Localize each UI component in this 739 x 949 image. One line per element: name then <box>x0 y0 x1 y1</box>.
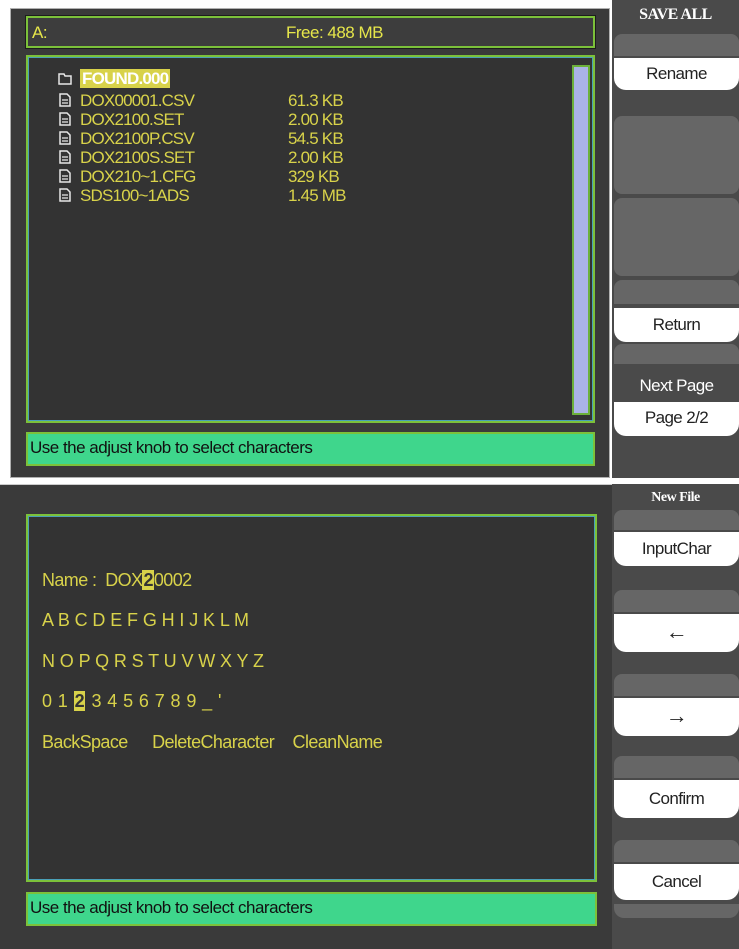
file-size: 2.00 KB <box>288 110 344 129</box>
drive-label: A: <box>32 23 48 42</box>
file-icon <box>59 112 71 126</box>
return-button[interactable]: Return <box>614 308 739 342</box>
menu-slot <box>614 840 739 862</box>
file-size: 61.3 KB <box>288 91 344 110</box>
free-space: Free: 488 MB <box>286 23 384 42</box>
menu-slot <box>614 116 739 194</box>
menu-slot <box>614 590 739 612</box>
file-size: 54.5 KB <box>288 129 344 148</box>
menu-slot <box>614 34 739 56</box>
list-item[interactable]: DOX210~1.CFG 329 KB <box>58 167 340 186</box>
list-item[interactable]: SDS100~1ADS 1.45 MB <box>58 186 347 205</box>
file-name: FOUND.000 <box>80 69 171 88</box>
file-size: 2.00 KB <box>288 148 344 167</box>
menu-slot <box>614 756 739 778</box>
list-item[interactable]: DOX2100S.SET 2.00 KB <box>58 148 344 167</box>
clean-name-action[interactable]: CleanName <box>293 732 383 752</box>
file-name: DOX00001.CSV <box>80 91 195 110</box>
file-name: DOX2100S.SET <box>80 148 195 167</box>
name-label: Name : <box>42 570 97 590</box>
backspace-action[interactable]: BackSpace <box>42 732 128 752</box>
name-suffix: 0002 <box>153 570 192 590</box>
file-size: 329 KB <box>288 167 340 186</box>
digits-after: 3 4 5 6 7 8 9 _ ' <box>91 691 221 711</box>
menu-header: New File <box>651 490 700 505</box>
folder-icon <box>58 73 72 85</box>
next-page-button[interactable]: Page 2/2 <box>614 402 739 436</box>
next-page-label: Next Page <box>639 376 715 395</box>
file-name: DOX2100.SET <box>80 110 184 129</box>
menu-slot <box>614 280 739 304</box>
menu-slot <box>614 344 739 364</box>
menu-header: SAVE ALL <box>639 6 712 23</box>
file-name: SDS100~1ADS <box>80 186 190 205</box>
rename-button[interactable]: Rename <box>614 58 739 90</box>
scrollbar[interactable] <box>572 65 590 415</box>
digits-before: 0 1 <box>42 691 68 711</box>
file-size: 1.45 MB <box>288 186 347 205</box>
cancel-button[interactable]: Cancel <box>614 864 739 900</box>
char-row-letters-1[interactable]: A B C D E F G H I J K L M <box>42 610 249 631</box>
input-char-button[interactable]: InputChar <box>614 532 739 566</box>
name-editor: Name : DOX20002 A B C D E F G H I J K L … <box>26 514 597 882</box>
file-list[interactable]: FOUND.000 DOX00001.CSV 61.3 KB DOX2100.SE… <box>26 55 595 423</box>
action-row: BackSpace DeleteCharacter CleanName <box>42 732 383 753</box>
menu-bottom-tab <box>614 904 739 918</box>
cursor-left-button[interactable]: ← <box>614 614 739 652</box>
file-icon <box>59 169 71 183</box>
menu-slot <box>614 198 739 276</box>
delete-character-action[interactable]: DeleteCharacter <box>152 732 275 752</box>
file-name: DOX210~1.CFG <box>80 167 196 186</box>
char-row-letters-2[interactable]: N O P Q R S T U V W X Y Z <box>42 651 264 672</box>
status-bar: Use the adjust knob to select characters <box>26 892 597 926</box>
list-item[interactable]: DOX00001.CSV 61.3 KB <box>58 91 344 110</box>
name-prefix: DOX <box>105 570 143 590</box>
menu-slot <box>614 674 739 696</box>
file-icon <box>59 150 71 164</box>
name-cursor: 2 <box>142 570 154 590</box>
arrow-right-icon: → <box>665 703 688 728</box>
selected-char[interactable]: 2 <box>73 691 86 711</box>
file-icon <box>59 188 71 202</box>
file-icon <box>59 131 71 145</box>
menu-slot <box>614 510 739 530</box>
file-name: DOX2100P.CSV <box>80 129 195 148</box>
list-item[interactable]: DOX2100P.CSV 54.5 KB <box>58 129 344 148</box>
arrow-left-icon: ← <box>665 619 688 644</box>
name-line: Name : DOX20002 <box>42 570 192 591</box>
status-bar: Use the adjust knob to select characters <box>26 432 595 466</box>
char-row-digits[interactable]: 0 1 2 3 4 5 6 7 8 9 _ ' <box>42 691 221 712</box>
confirm-button[interactable]: Confirm <box>614 780 739 818</box>
cursor-right-button[interactable]: → <box>614 698 739 736</box>
path-bar: A: Free: 488 MB <box>25 15 596 49</box>
list-item[interactable]: FOUND.000 <box>58 69 171 88</box>
list-item[interactable]: DOX2100.SET 2.00 KB <box>58 110 344 129</box>
file-icon <box>59 93 71 107</box>
